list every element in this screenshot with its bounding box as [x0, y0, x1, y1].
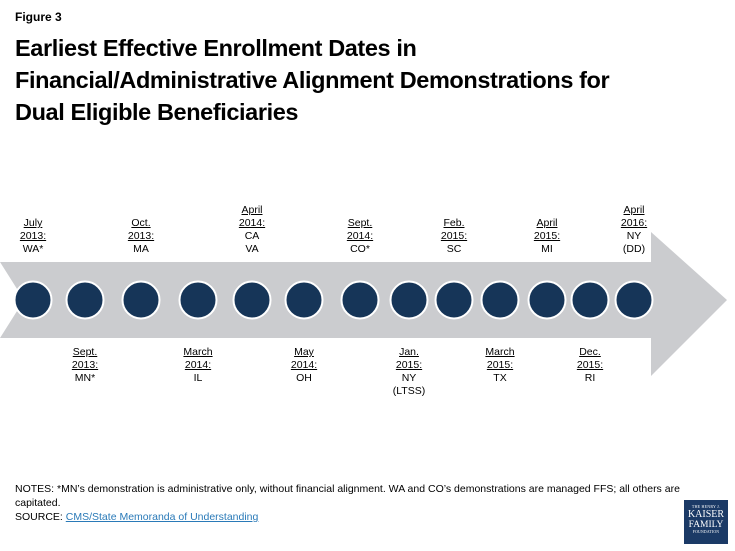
milestone-state: TX — [493, 372, 507, 384]
logo-line-4: FOUNDATION — [692, 530, 720, 534]
logo-line-2: KAISER — [687, 509, 725, 520]
milestone-date: 2013: — [19, 230, 47, 242]
milestone-date: April — [536, 217, 558, 229]
milestone-state: (LTSS) — [392, 385, 426, 397]
milestone-state: NY — [401, 372, 417, 384]
milestone-date: 2013: — [71, 359, 99, 371]
milestone-label: Oct. 2013: MA — [106, 217, 176, 256]
milestone-state: MA — [133, 243, 149, 255]
milestone-marker — [570, 280, 610, 320]
milestone-date: Jan. — [399, 346, 419, 358]
milestone-label: Sept. 2014: CO* — [325, 217, 395, 256]
milestone-date: 2015: — [440, 230, 468, 242]
milestone-marker — [284, 280, 324, 320]
milestone-date: March — [485, 346, 515, 358]
notes-section: NOTES: *MN’s demonstration is administra… — [15, 482, 680, 524]
notes-text: NOTES: *MN’s demonstration is administra… — [15, 483, 680, 509]
milestone-state: IL — [193, 372, 203, 384]
milestone-state: MN* — [74, 372, 96, 384]
milestone-date: April — [241, 204, 263, 216]
milestone-state: SC — [446, 243, 462, 255]
milestone-state: VA — [245, 243, 259, 255]
milestone-marker — [340, 280, 380, 320]
milestone-date: Feb. — [443, 217, 465, 229]
milestone-date: 2013: — [127, 230, 155, 242]
milestone-label: March 2015: TX — [465, 346, 535, 385]
source-link[interactable]: CMS/State Memoranda of Understanding — [66, 511, 259, 523]
milestone-date: March — [183, 346, 213, 358]
milestone-label: May 2014: OH — [269, 346, 339, 385]
milestone-state: OH — [296, 372, 312, 384]
milestone-state: MI — [541, 243, 553, 255]
milestone-date: Sept. — [72, 346, 98, 358]
milestone-marker — [614, 280, 654, 320]
milestone-date: 2014: — [184, 359, 212, 371]
milestone-label: April 2016: NY (DD) — [599, 204, 669, 256]
source-prefix: SOURCE: — [15, 511, 66, 523]
milestone-state: RI — [584, 372, 596, 384]
kff-logo: THE HENRY J. KAISER FAMILY FOUNDATION — [684, 500, 728, 544]
milestone-label: Feb. 2015: SC — [419, 217, 489, 256]
milestone-date: July — [23, 217, 43, 229]
milestone-date: April — [623, 204, 645, 216]
milestone-date: 2015: — [395, 359, 423, 371]
milestone-label: April 2015: MI — [512, 217, 582, 256]
milestone-label: Jan. 2015: NY (LTSS) — [374, 346, 444, 398]
milestone-label: Dec. 2015: RI — [555, 346, 625, 385]
milestone-state: WA* — [22, 243, 44, 255]
milestone-label: April 2014: CA VA — [217, 204, 287, 256]
source-line: SOURCE: CMS/State Memoranda of Understan… — [15, 510, 680, 524]
milestone-date: Dec. — [579, 346, 601, 358]
milestone-label: March 2014: IL — [163, 346, 233, 385]
milestone-date: 2015: — [486, 359, 514, 371]
milestone-date: 2015: — [576, 359, 604, 371]
logo-line-3: FAMILY — [688, 520, 724, 530]
milestone-marker — [480, 280, 520, 320]
milestone-marker — [232, 280, 272, 320]
milestone-state: CA — [244, 230, 260, 242]
milestone-state: CO* — [350, 243, 370, 255]
milestone-date: 2014: — [346, 230, 374, 242]
milestone-marker — [527, 280, 567, 320]
milestone-marker — [389, 280, 429, 320]
milestone-date: 2015: — [533, 230, 561, 242]
milestone-marker — [65, 280, 105, 320]
milestone-state: NY — [626, 230, 642, 242]
milestone-marker — [13, 280, 53, 320]
milestone-date: Sept. — [347, 217, 373, 229]
milestone-marker — [434, 280, 474, 320]
timeline-diagram — [0, 232, 727, 376]
milestone-marker — [178, 280, 218, 320]
milestone-marker — [121, 280, 161, 320]
milestone-date: May — [294, 346, 314, 358]
milestone-label: July 2013: WA* — [0, 217, 68, 256]
milestone-state: (DD) — [622, 243, 646, 255]
milestone-date: 2014: — [238, 217, 266, 229]
milestone-date: 2016: — [620, 217, 648, 229]
milestone-date: Oct. — [131, 217, 151, 229]
milestone-date: 2014: — [290, 359, 318, 371]
milestone-label: Sept. 2013: MN* — [50, 346, 120, 385]
